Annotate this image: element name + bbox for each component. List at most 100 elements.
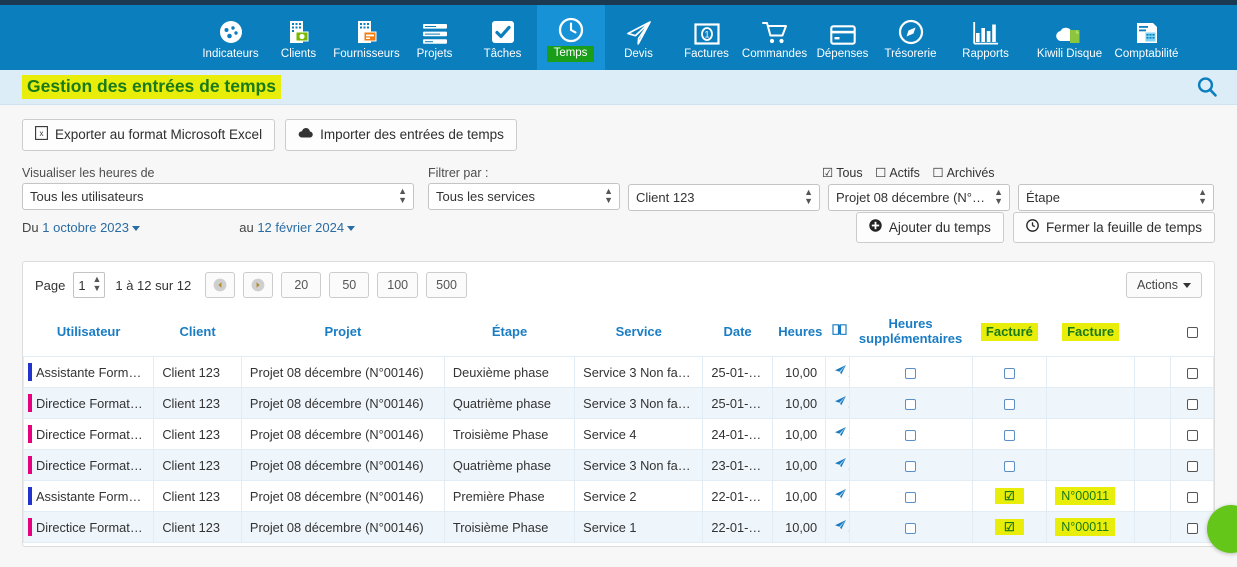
cell-heures-supplementaires[interactable]: [848, 449, 973, 481]
col-select-all[interactable]: [1171, 308, 1214, 357]
send-arrow-icon[interactable]: [834, 489, 847, 504]
cell-facture-flag[interactable]: [971, 356, 1048, 388]
cell-facture-flag[interactable]: ☑: [971, 480, 1048, 512]
col-heures-supplementaires[interactable]: Heures supplémentaires: [849, 308, 972, 357]
table-row[interactable]: Directice Format… Client 123 Projet 08 déc…: [23, 449, 1214, 481]
nav-item-indicateurs[interactable]: Indicateurs: [197, 5, 265, 70]
close-timesheet-button[interactable]: Fermer la feuille de temps: [1012, 212, 1215, 243]
row-select-checkbox[interactable]: [1186, 491, 1198, 503]
cell-row-select[interactable]: [1170, 480, 1214, 512]
page-size-100[interactable]: 100: [377, 272, 419, 298]
nav-item-rapports[interactable]: Rapports: [945, 5, 1027, 70]
date-from-value[interactable]: 1 octobre 2023: [42, 220, 129, 235]
nav-item-kiwili-disque[interactable]: Kiwili Disque: [1027, 5, 1113, 70]
page-size-50[interactable]: 50: [329, 272, 370, 298]
cell-facture-flag[interactable]: ☑: [971, 511, 1048, 543]
page-number-input[interactable]: [73, 272, 106, 298]
prev-page-button[interactable]: [205, 272, 236, 298]
overtime-checkbox[interactable]: [905, 522, 917, 534]
nav-item-fournisseurs[interactable]: Fournisseurs: [333, 5, 401, 70]
add-time-button[interactable]: Ajouter du temps: [855, 212, 1004, 243]
nav-item-t-ches[interactable]: Tâches: [469, 5, 537, 70]
cell-facture-number[interactable]: N°00011: [1046, 511, 1135, 543]
billed-checkbox[interactable]: [1003, 429, 1015, 441]
cell-navigate-icon[interactable]: [825, 480, 850, 512]
cell-heures-supplementaires[interactable]: [848, 511, 973, 543]
overtime-checkbox[interactable]: [905, 398, 917, 410]
cell-heures-supplementaires[interactable]: [848, 356, 973, 388]
cell-facture-number[interactable]: N°00011: [1046, 480, 1135, 512]
send-arrow-icon[interactable]: [834, 365, 847, 380]
nav-item-projets[interactable]: Projets: [401, 5, 469, 70]
billed-checkbox-checked[interactable]: ☑: [995, 488, 1024, 504]
next-page-button[interactable]: [243, 272, 274, 298]
filter-step-select[interactable]: Étape: [1018, 184, 1214, 211]
page-size-20[interactable]: 20: [281, 272, 322, 298]
invoice-number-link[interactable]: N°00011: [1055, 518, 1116, 536]
overtime-checkbox[interactable]: [905, 367, 917, 379]
col-date[interactable]: Date: [703, 308, 772, 357]
col-facture-flag[interactable]: Facturé: [972, 308, 1047, 357]
send-arrow-icon[interactable]: [834, 458, 847, 473]
nav-item-d-penses[interactable]: Dépenses: [809, 5, 877, 70]
page-size-500[interactable]: 500: [426, 272, 467, 298]
table-row[interactable]: Assistante Form… Client 123 Projet 08 déce…: [23, 356, 1214, 388]
row-select-checkbox[interactable]: [1186, 460, 1198, 472]
cell-row-select[interactable]: [1170, 356, 1214, 388]
col-etape[interactable]: Étape: [444, 308, 574, 357]
cell-heures-supplementaires[interactable]: [848, 387, 973, 419]
cell-navigate-icon[interactable]: [825, 418, 850, 450]
cell-row-select[interactable]: [1170, 387, 1214, 419]
cell-navigate-icon[interactable]: [825, 387, 850, 419]
nav-item-comptabilit[interactable]: Comptabilité: [1113, 5, 1181, 70]
send-arrow-icon[interactable]: [834, 396, 847, 411]
invoice-number-link[interactable]: N°00011: [1055, 487, 1116, 505]
nav-item-factures[interactable]: 1 Factures: [673, 5, 741, 70]
table-row[interactable]: Directice Format… Client 123 Projet 08 déc…: [23, 418, 1214, 450]
row-select-checkbox[interactable]: [1186, 367, 1198, 379]
nav-item-commandes[interactable]: Commandes: [741, 5, 809, 70]
table-row[interactable]: Directice Format… Client 123 Projet 08 déc…: [23, 511, 1214, 543]
cell-heures-supplementaires[interactable]: [848, 418, 973, 450]
billed-checkbox-checked[interactable]: ☑: [995, 519, 1024, 535]
send-arrow-icon[interactable]: [834, 520, 847, 535]
overtime-checkbox[interactable]: [905, 429, 917, 441]
billed-checkbox[interactable]: [1003, 460, 1015, 472]
nav-item-clients[interactable]: Clients: [265, 5, 333, 70]
cell-facture-flag[interactable]: [971, 387, 1048, 419]
overtime-checkbox[interactable]: [905, 460, 917, 472]
row-select-checkbox[interactable]: [1186, 429, 1198, 441]
table-row[interactable]: Assistante Form… Client 123 Projet 08 déce…: [23, 480, 1214, 512]
filter-client-select[interactable]: Client 123: [628, 184, 820, 211]
table-row[interactable]: Directice Format… Client 123 Projet 08 déc…: [23, 387, 1214, 419]
row-select-checkbox[interactable]: [1186, 398, 1198, 410]
cell-navigate-icon[interactable]: [825, 511, 850, 543]
col-service[interactable]: Service: [575, 308, 703, 357]
chevron-down-icon[interactable]: [131, 226, 140, 232]
send-arrow-icon[interactable]: [834, 427, 847, 442]
cell-navigate-icon[interactable]: [825, 449, 850, 481]
row-select-checkbox[interactable]: [1186, 522, 1198, 534]
col-projet[interactable]: Projet: [241, 308, 444, 357]
filter-project-select[interactable]: Projet 08 décembre (N°00…: [828, 184, 1010, 211]
status-active-checkbox[interactable]: ☐: [875, 166, 886, 180]
col-facture-number[interactable]: Facture: [1047, 308, 1135, 357]
cell-row-select[interactable]: [1170, 449, 1214, 481]
cell-row-select[interactable]: [1170, 418, 1214, 450]
cell-navigate-icon[interactable]: [825, 356, 850, 388]
select-all-checkbox[interactable]: [1186, 326, 1198, 338]
cell-facture-flag[interactable]: [971, 449, 1048, 481]
filter-users-select[interactable]: Tous les utilisateurs: [22, 183, 414, 210]
status-all-checkbox[interactable]: ☑: [822, 166, 833, 180]
import-time-entries-button[interactable]: Importer des entrées de temps: [285, 119, 517, 151]
nav-item-devis[interactable]: Devis: [605, 5, 673, 70]
billed-checkbox[interactable]: [1003, 367, 1015, 379]
overtime-checkbox[interactable]: [905, 491, 917, 503]
status-archived-checkbox[interactable]: ☐: [932, 166, 943, 180]
nav-item-tr-sorerie[interactable]: Trésorerie: [877, 5, 945, 70]
export-excel-button[interactable]: x Exporter au format Microsoft Excel: [22, 119, 276, 151]
col-utilisateur[interactable]: Utilisateur: [24, 308, 154, 357]
filter-services-select[interactable]: Tous les services: [428, 183, 620, 210]
cell-heures-supplementaires[interactable]: [848, 480, 973, 512]
col-heures[interactable]: Heures: [772, 308, 825, 357]
